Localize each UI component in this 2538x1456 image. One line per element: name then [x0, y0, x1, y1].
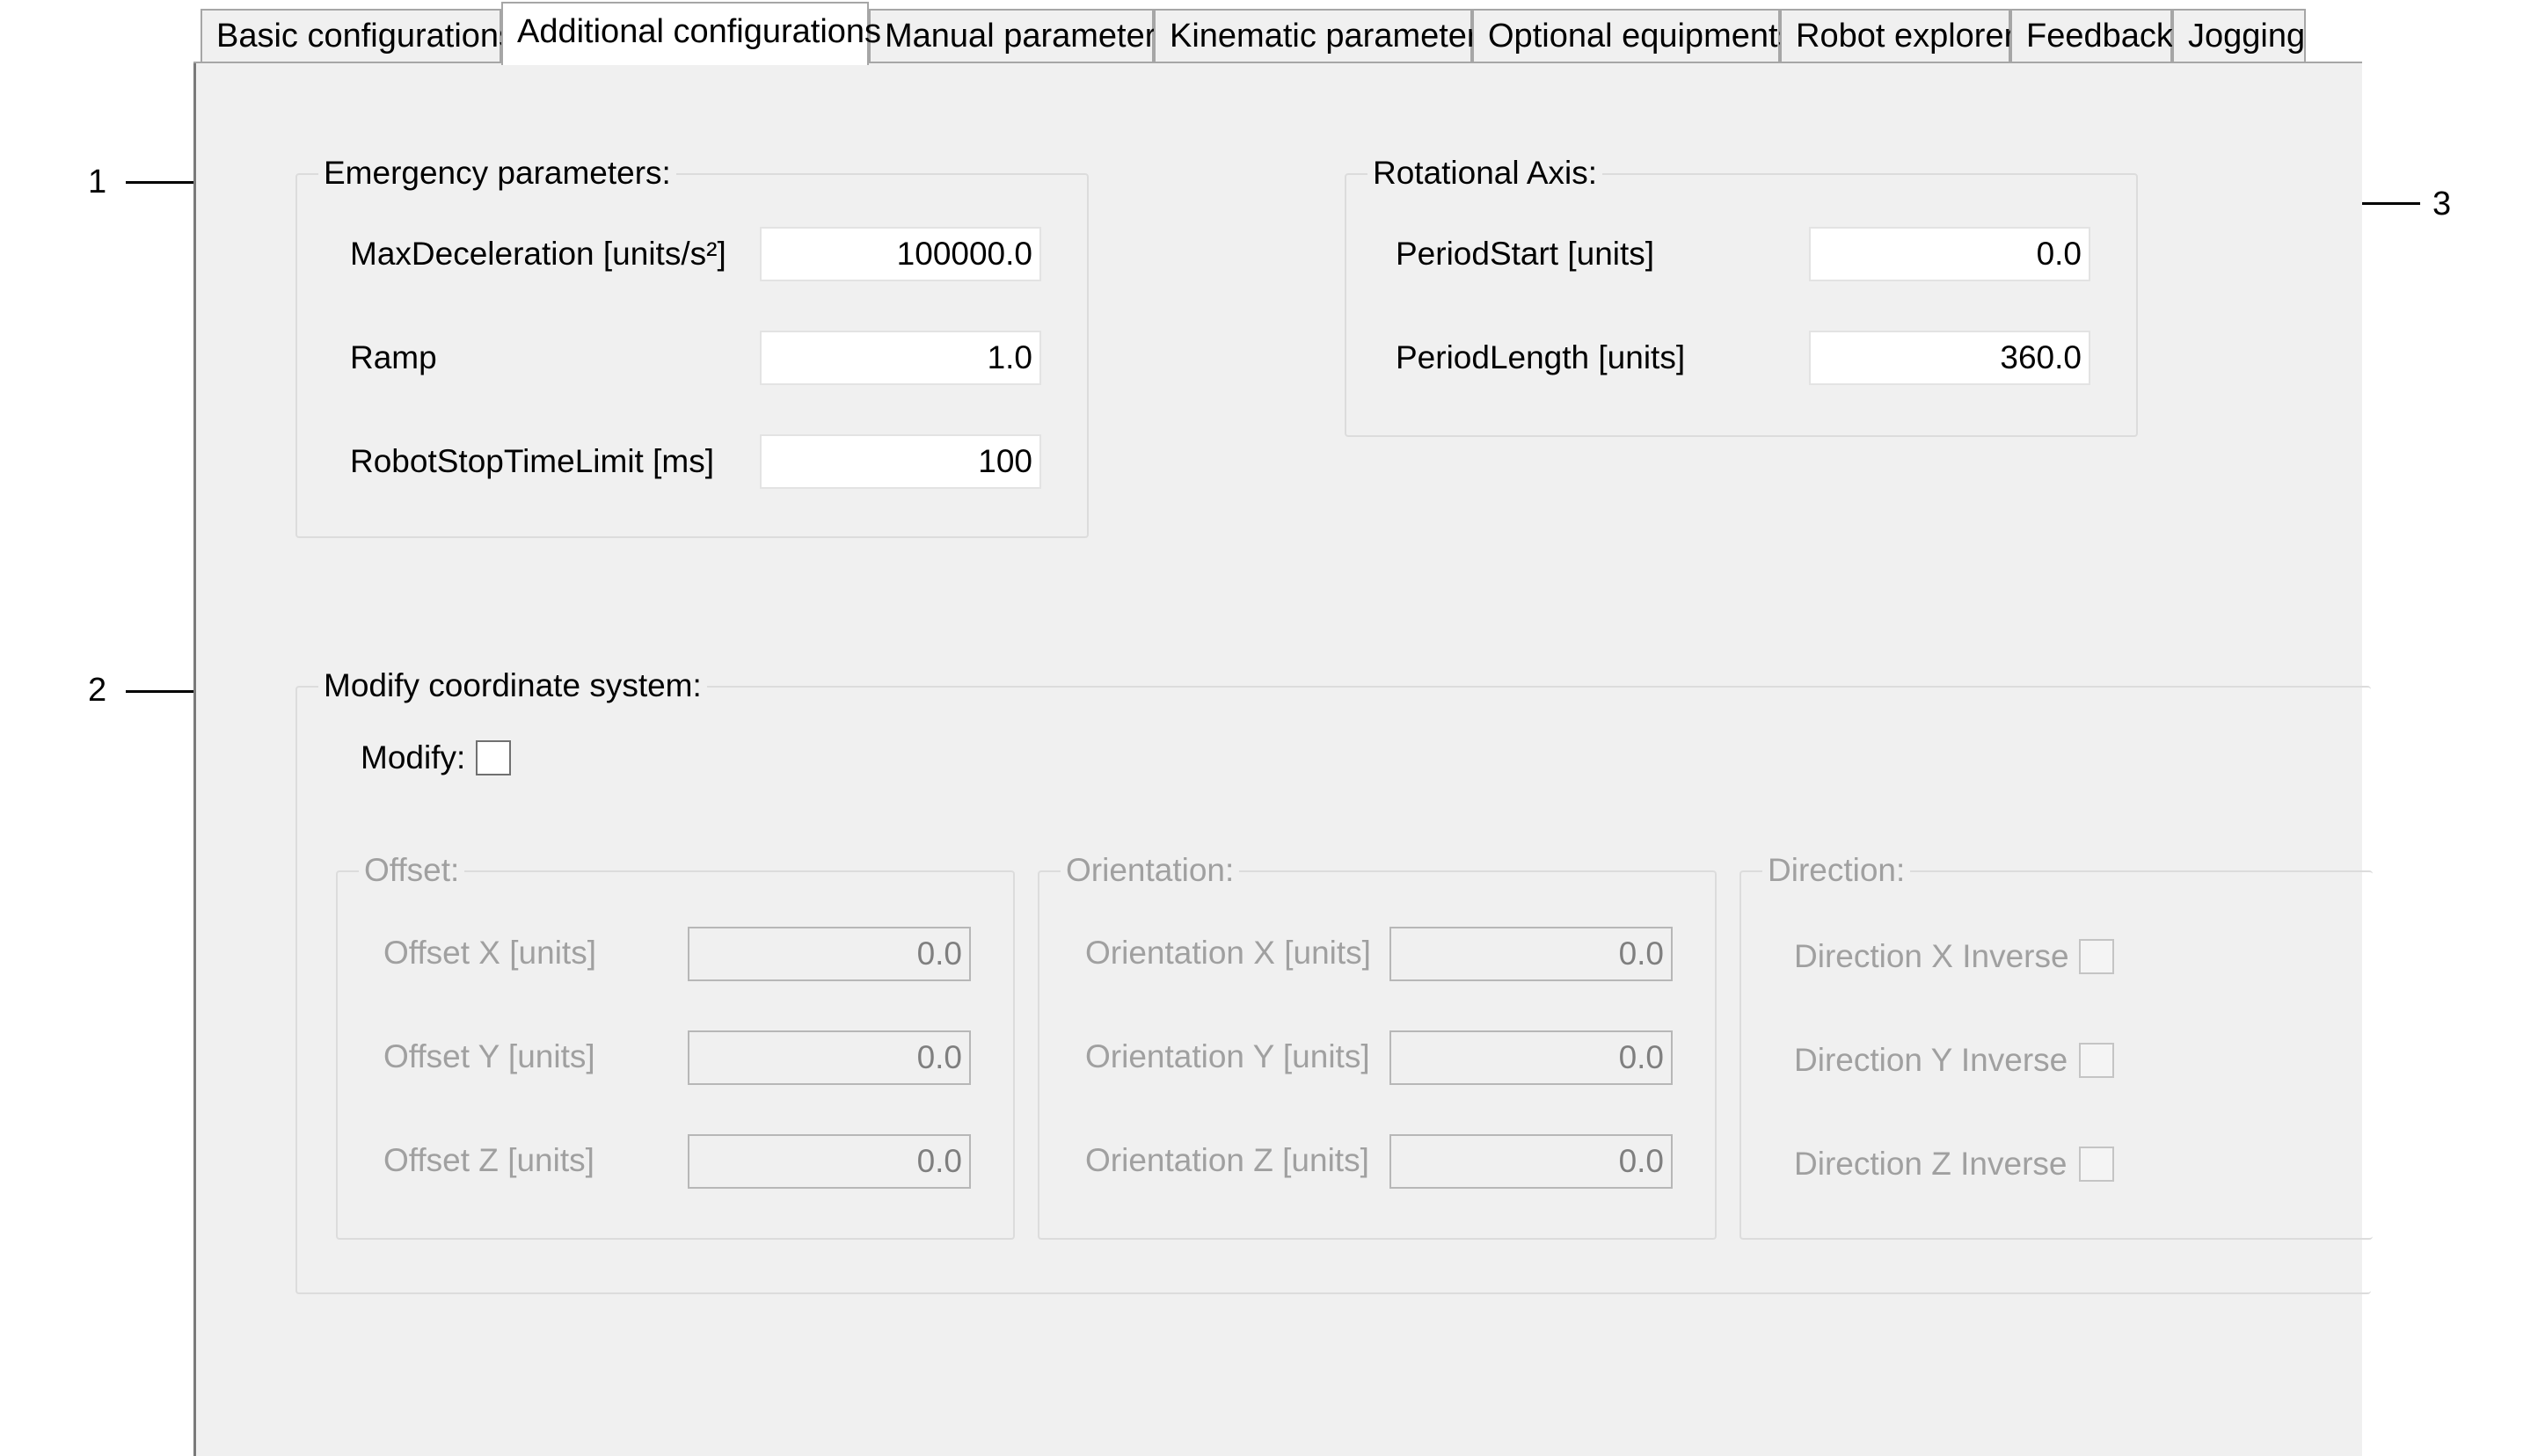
- modify-checkbox[interactable]: [476, 740, 511, 775]
- tab-jogging[interactable]: Jogging: [2172, 9, 2306, 62]
- tab-optional-equipments[interactable]: Optional equipments: [1472, 9, 1795, 62]
- offset-title: Offset:: [359, 849, 465, 892]
- offset-y-label: Offset Y [units]: [383, 1038, 595, 1074]
- direction-group: Direction: Direction X Inverse Direction…: [1739, 849, 2373, 1240]
- tab-feedback[interactable]: Feedback: [2010, 9, 2173, 62]
- tab-manual-parameters[interactable]: Manual parameters: [869, 9, 1172, 62]
- rotational-axis-group: Rotational Axis: PeriodStart [units] 0.0…: [1345, 152, 2138, 437]
- ramp-label: Ramp: [350, 339, 437, 375]
- orientation-y-label: Orientation Y [units]: [1085, 1038, 1370, 1074]
- modify-coordinate-system-group: Modify coordinate system: Modify: Offset…: [295, 665, 2373, 1294]
- orientation-z-label: Orientation Z [units]: [1085, 1142, 1369, 1178]
- direction-z-inverse-label: Direction Z Inverse: [1794, 1146, 2068, 1182]
- modify-label: Modify:: [361, 739, 466, 775]
- offset-x-input[interactable]: 0.0: [688, 927, 971, 981]
- ramp-input[interactable]: 1.0: [760, 331, 1041, 385]
- direction-title: Direction:: [1762, 849, 1911, 892]
- tab-robot-explorer[interactable]: Robot explorer: [1780, 9, 2015, 62]
- direction-x-inverse-checkbox[interactable]: [2079, 939, 2114, 974]
- rotational-axis-title: Rotational Axis:: [1367, 152, 1603, 194]
- tab-basic-configurations[interactable]: Basic configurations: [201, 9, 515, 62]
- robot-stop-time-limit-label: RobotStopTimeLimit [ms]: [350, 443, 714, 479]
- direction-y-inverse-checkbox[interactable]: [2079, 1043, 2114, 1078]
- additional-configurations-panel: Emergency parameters: MaxDeceleration [u…: [193, 63, 2373, 1456]
- period-length-label: PeriodLength [units]: [1396, 339, 1686, 375]
- tab-additional-configurations[interactable]: Additional configurations: [501, 2, 881, 65]
- orientation-x-label: Orientation X [units]: [1085, 935, 1371, 971]
- callout-3: 3: [2432, 186, 2452, 222]
- emergency-parameters-group: Emergency parameters: MaxDeceleration [u…: [295, 152, 1089, 538]
- orientation-x-input[interactable]: 0.0: [1389, 927, 1673, 981]
- orientation-title: Orientation:: [1061, 849, 1240, 892]
- emergency-parameters-title: Emergency parameters:: [318, 152, 676, 194]
- max-deceleration-label: MaxDeceleration [units/s²]: [350, 236, 726, 272]
- direction-z-inverse-checkbox[interactable]: [2079, 1147, 2114, 1182]
- callout-2: 2: [88, 672, 107, 709]
- callout-1: 1: [88, 164, 107, 200]
- orientation-group: Orientation: Orientation X [units] 0.0 O…: [1038, 849, 1717, 1240]
- offset-z-label: Offset Z [units]: [383, 1142, 594, 1178]
- offset-y-input[interactable]: 0.0: [688, 1030, 971, 1085]
- direction-y-inverse-label: Direction Y Inverse: [1794, 1042, 2068, 1078]
- direction-x-inverse-label: Direction X Inverse: [1794, 938, 2069, 974]
- tab-kinematic-parameters[interactable]: Kinematic parameters: [1154, 9, 1495, 62]
- orientation-y-input[interactable]: 0.0: [1389, 1030, 1673, 1085]
- offset-x-label: Offset X [units]: [383, 935, 596, 971]
- period-start-input[interactable]: 0.0: [1809, 227, 2090, 281]
- orientation-z-input[interactable]: 0.0: [1389, 1134, 1673, 1189]
- offset-group: Offset: Offset X [units] 0.0 Offset Y [u…: [336, 849, 1015, 1240]
- max-deceleration-input[interactable]: 100000.0: [760, 227, 1041, 281]
- period-length-input[interactable]: 360.0: [1809, 331, 2090, 385]
- robot-stop-time-limit-input[interactable]: 100: [760, 434, 1041, 489]
- modify-coordinate-system-title: Modify coordinate system:: [318, 665, 707, 707]
- period-start-label: PeriodStart [units]: [1396, 236, 1655, 272]
- offset-z-input[interactable]: 0.0: [688, 1134, 971, 1189]
